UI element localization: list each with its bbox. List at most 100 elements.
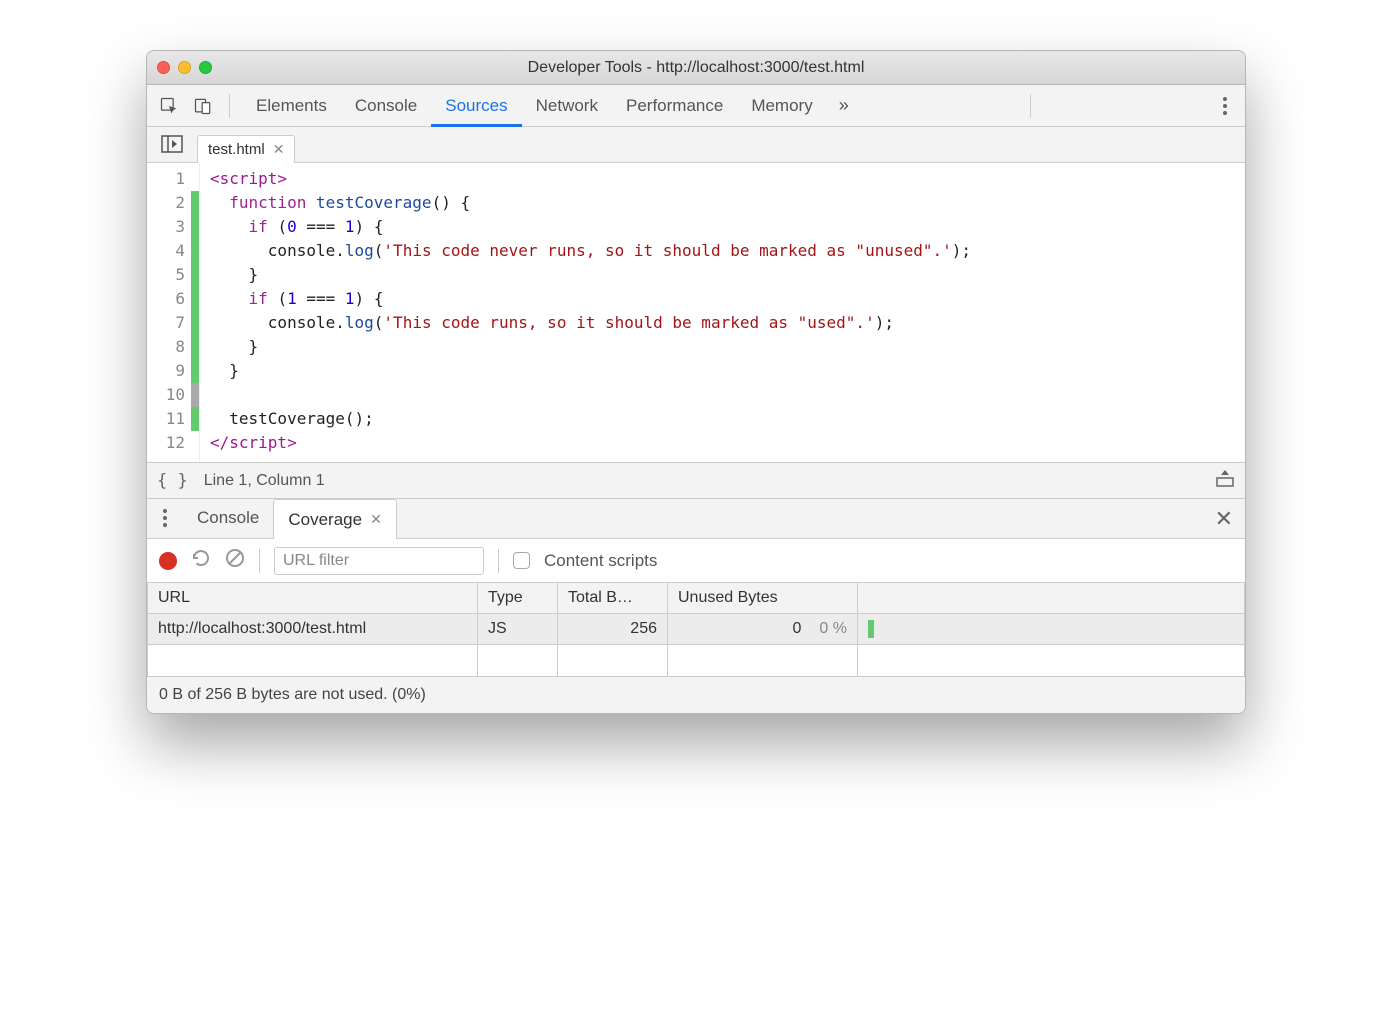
device-toolbar-icon[interactable] <box>189 92 217 120</box>
tab-sources[interactable]: Sources <box>431 85 521 127</box>
col-type[interactable]: Type <box>478 583 558 614</box>
code-line: </script> <box>210 431 1235 455</box>
line-number: 1 <box>147 167 191 191</box>
coverage-summary: 0 B of 256 B bytes are not used. (0%) <box>147 677 1245 713</box>
close-icon[interactable]: ✕ <box>273 141 285 158</box>
cell-total: 256 <box>558 614 668 645</box>
main-tabs: ElementsConsoleSourcesNetworkPerformance… <box>242 85 827 127</box>
code-line: console.log('This code runs, so it shoul… <box>210 311 1235 335</box>
content-scripts-checkbox[interactable] <box>513 552 530 569</box>
file-tab-test-html[interactable]: test.html ✕ <box>197 135 295 163</box>
tab-console[interactable]: Console <box>341 85 431 127</box>
line-number: 4 <box>147 239 191 263</box>
cell-unused: 00 % <box>668 614 858 645</box>
col-total[interactable]: Total B… <box>558 583 668 614</box>
coverage-row-empty <box>148 645 1245 677</box>
coverage-marker <box>191 191 199 215</box>
coverage-marker <box>191 431 199 455</box>
coverage-toolbar: URL filter Content scripts <box>147 539 1245 583</box>
clear-icon[interactable] <box>225 548 245 573</box>
window-title: Developer Tools - http://localhost:3000/… <box>147 59 1245 77</box>
minimize-window-button[interactable] <box>178 61 191 74</box>
file-tab-label: test.html <box>208 141 265 158</box>
zoom-window-button[interactable] <box>199 61 212 74</box>
close-drawer-icon[interactable]: ✕ <box>1215 506 1233 532</box>
line-number: 2 <box>147 191 191 215</box>
line-number: 5 <box>147 263 191 287</box>
coverage-marker <box>191 167 199 191</box>
line-number: 8 <box>147 335 191 359</box>
tab-network[interactable]: Network <box>522 85 612 127</box>
editor-statusbar: { } Line 1, Column 1 <box>147 463 1245 499</box>
code-content[interactable]: <script> function testCoverage() { if (0… <box>200 163 1245 462</box>
line-number: 3 <box>147 215 191 239</box>
col-url[interactable]: URL <box>148 583 478 614</box>
cell-url: http://localhost:3000/test.html <box>148 614 478 645</box>
line-gutter: 123456789101112 <box>147 163 200 462</box>
drawer-tab-coverage[interactable]: Coverage✕ <box>273 499 396 539</box>
coverage-table: URL Type Total B… Unused Bytes http://lo… <box>147 583 1245 677</box>
coverage-marker <box>191 311 199 335</box>
url-filter-input[interactable]: URL filter <box>274 547 484 575</box>
separator <box>1030 94 1031 118</box>
code-line <box>210 383 1235 407</box>
cell-type: JS <box>478 614 558 645</box>
code-line: } <box>210 335 1235 359</box>
separator <box>259 549 260 573</box>
tab-performance[interactable]: Performance <box>612 85 737 127</box>
main-toolbar: ElementsConsoleSourcesNetworkPerformance… <box>147 85 1245 127</box>
code-line: if (0 === 1) { <box>210 215 1235 239</box>
separator <box>229 94 230 118</box>
coverage-header-row: URL Type Total B… Unused Bytes <box>148 583 1245 614</box>
inspect-element-icon[interactable] <box>155 92 183 120</box>
record-button[interactable] <box>159 552 177 570</box>
drawer-tabbar: ConsoleCoverage✕ ✕ <box>147 499 1245 539</box>
coverage-marker <box>191 215 199 239</box>
coverage-marker <box>191 287 199 311</box>
more-tabs-button[interactable]: » <box>833 95 855 116</box>
line-number: 7 <box>147 311 191 335</box>
navigator-toggle-icon[interactable] <box>147 126 197 162</box>
code-line: } <box>210 359 1235 383</box>
content-scripts-label: Content scripts <box>544 551 657 571</box>
source-editor[interactable]: 123456789101112 <script> function testCo… <box>147 163 1245 463</box>
titlebar: Developer Tools - http://localhost:3000/… <box>147 51 1245 85</box>
coverage-marker <box>191 239 199 263</box>
pretty-print-icon[interactable]: { } <box>157 471 188 491</box>
coverage-marker <box>191 335 199 359</box>
cursor-position: Line 1, Column 1 <box>204 472 325 490</box>
devtools-window: Developer Tools - http://localhost:3000/… <box>146 50 1246 714</box>
close-window-button[interactable] <box>157 61 170 74</box>
line-number: 10 <box>147 383 191 407</box>
line-number: 11 <box>147 407 191 431</box>
code-line: } <box>210 263 1235 287</box>
traffic-lights <box>157 61 212 74</box>
url-filter-placeholder: URL filter <box>283 552 349 570</box>
drawer-tab-console[interactable]: Console <box>183 498 273 538</box>
col-unused[interactable]: Unused Bytes <box>668 583 858 614</box>
collapse-drawer-icon[interactable] <box>1215 468 1235 493</box>
code-line: <script> <box>210 167 1235 191</box>
code-line: testCoverage(); <box>210 407 1235 431</box>
line-number: 12 <box>147 431 191 455</box>
code-line: console.log('This code never runs, so it… <box>210 239 1235 263</box>
coverage-marker <box>191 263 199 287</box>
coverage-marker <box>191 383 199 407</box>
coverage-marker <box>191 407 199 431</box>
code-line: function testCoverage() { <box>210 191 1235 215</box>
coverage-marker <box>191 359 199 383</box>
code-line: if (1 === 1) { <box>210 287 1235 311</box>
line-number: 9 <box>147 359 191 383</box>
separator <box>498 549 499 573</box>
tab-memory[interactable]: Memory <box>737 85 826 127</box>
close-icon[interactable]: ✕ <box>370 511 382 528</box>
coverage-row[interactable]: http://localhost:3000/test.htmlJS25600 % <box>148 614 1245 645</box>
line-number: 6 <box>147 287 191 311</box>
editor-tabbar: test.html ✕ <box>147 127 1245 163</box>
settings-menu-icon[interactable] <box>1213 97 1237 115</box>
cell-usage-bar <box>858 614 1245 645</box>
drawer-menu-icon[interactable] <box>147 498 183 538</box>
col-bar <box>858 583 1245 614</box>
tab-elements[interactable]: Elements <box>242 85 341 127</box>
reload-icon[interactable] <box>191 548 211 573</box>
